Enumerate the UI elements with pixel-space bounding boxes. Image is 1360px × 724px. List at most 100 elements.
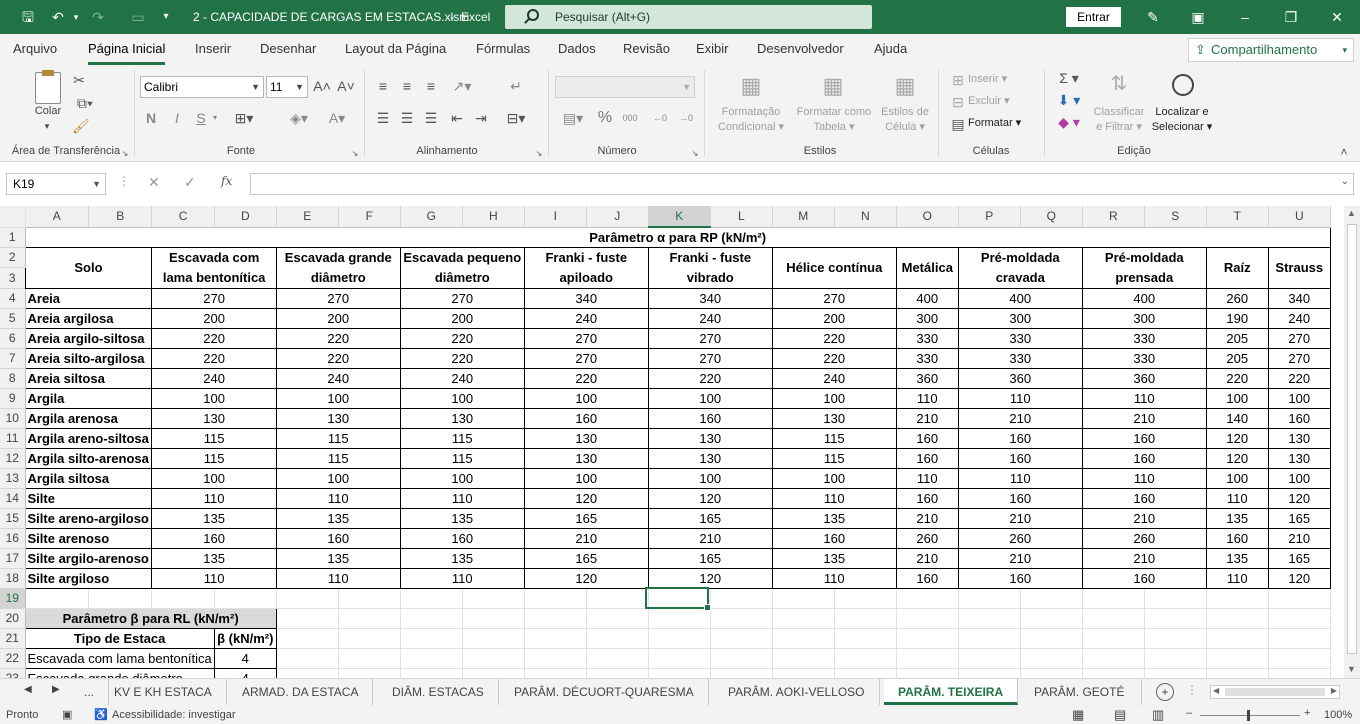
dialog-launcher-icon[interactable]: ↘	[350, 146, 360, 162]
alpha-value[interactable]: 160	[1081, 447, 1207, 469]
customize-toolbar-icon[interactable]: ▾	[158, 9, 174, 25]
empty-cell[interactable]	[400, 588, 463, 609]
soil-name[interactable]: Silte areno-argiloso	[24, 507, 153, 529]
accessibility-status[interactable]: Acessibilidade: investigar	[112, 709, 236, 721]
alpha-value[interactable]: 100	[275, 467, 401, 489]
alpha-value[interactable]: 240	[1267, 307, 1331, 329]
alpha-value[interactable]: 330	[1081, 327, 1207, 349]
empty-cell[interactable]	[524, 588, 587, 609]
alpha-value[interactable]: 165	[647, 547, 773, 569]
next-sheet-icon[interactable]: ▶	[52, 684, 60, 695]
alpha-value[interactable]: 135	[1205, 507, 1269, 529]
empty-cell[interactable]	[1268, 588, 1331, 609]
delete-cells-button[interactable]: Excluir ▾	[968, 94, 1026, 109]
font-size-select[interactable]: 11 ▼	[266, 76, 308, 98]
alpha-value[interactable]: 100	[771, 387, 897, 409]
find-select-button[interactable]: Localizar e Selecionar ▾	[1146, 105, 1218, 135]
alpha-value[interactable]: 165	[1267, 507, 1331, 529]
fill-icon[interactable]: ⬇ ▾	[1054, 92, 1084, 108]
row-header[interactable]: 11	[0, 428, 26, 449]
pen-icon[interactable]: ✎	[1130, 0, 1176, 34]
touch-mode-icon[interactable]: ▭	[130, 9, 146, 25]
empty-cell[interactable]	[400, 608, 463, 629]
alpha-value[interactable]: 160	[399, 527, 525, 549]
sheet-tab-active[interactable]: PARÂM. TEIXEIRA	[884, 679, 1019, 705]
minimize-icon[interactable]: –	[1222, 0, 1268, 34]
sheet-tab[interactable]: PARÂM. DÉCUORT-QUARESMA	[500, 679, 709, 705]
row-header[interactable]: 21	[0, 628, 26, 649]
alpha-value[interactable]: 220	[399, 327, 525, 349]
alpha-value[interactable]: 135	[275, 547, 401, 569]
empty-cell[interactable]	[1206, 588, 1269, 609]
alpha-value[interactable]: 115	[151, 447, 277, 469]
alpha-value[interactable]: 100	[151, 467, 277, 489]
alpha-value[interactable]: 115	[771, 427, 897, 449]
alpha-value[interactable]: 110	[771, 567, 897, 589]
alpha-value[interactable]: 135	[399, 507, 525, 529]
column-header[interactable]: L	[710, 206, 773, 228]
alpha-value[interactable]: 360	[957, 367, 1083, 389]
alpha-value[interactable]: 210	[647, 527, 773, 549]
column-header[interactable]: H	[462, 206, 525, 228]
empty-cell[interactable]	[1082, 608, 1145, 629]
row-header[interactable]: 8	[0, 368, 26, 389]
row-header[interactable]: 18	[0, 568, 26, 589]
zoom-level[interactable]: 100%	[1324, 709, 1352, 721]
alpha-value[interactable]: 240	[151, 367, 277, 389]
empty-cell[interactable]	[1082, 668, 1145, 678]
alpha-value[interactable]: 190	[1205, 307, 1269, 329]
alpha-value[interactable]: 120	[1205, 427, 1269, 449]
empty-cell[interactable]	[834, 628, 897, 649]
accounting-format-icon[interactable]: ▤▾	[558, 110, 588, 126]
alpha-value[interactable]: 220	[647, 367, 773, 389]
alpha-value[interactable]: 110	[895, 387, 959, 409]
prev-sheet-icon[interactable]: ◀	[24, 684, 32, 695]
column-header[interactable]: Q	[1020, 206, 1083, 228]
alpha-value[interactable]: 160	[1081, 487, 1207, 509]
alpha-value[interactable]: 130	[523, 447, 649, 469]
alpha-value[interactable]: 160	[275, 527, 401, 549]
empty-cell[interactable]	[648, 648, 711, 669]
empty-cell[interactable]	[276, 628, 339, 649]
page-layout-view-icon[interactable]: ▤	[1114, 707, 1126, 723]
alpha-value[interactable]: 200	[399, 307, 525, 329]
collapse-ribbon-icon[interactable]: ˄	[1336, 144, 1352, 160]
alpha-value[interactable]: 110	[957, 467, 1083, 489]
alpha-value[interactable]: 100	[1205, 387, 1269, 409]
alpha-value[interactable]: 270	[771, 287, 897, 309]
alpha-value[interactable]: 400	[957, 287, 1083, 309]
empty-cell[interactable]	[462, 628, 525, 649]
alpha-value[interactable]: 270	[1267, 347, 1331, 369]
alpha-value[interactable]: 205	[1205, 327, 1269, 349]
alpha-value[interactable]: 270	[523, 347, 649, 369]
empty-cell[interactable]	[896, 628, 959, 649]
column-header[interactable]: B	[88, 206, 153, 228]
empty-cell[interactable]	[338, 648, 401, 669]
alpha-value[interactable]: 100	[1205, 467, 1269, 489]
column-header[interactable]: G	[400, 206, 463, 228]
alpha-value[interactable]: 300	[1081, 307, 1207, 329]
alpha-value[interactable]: 135	[275, 507, 401, 529]
soil-name[interactable]: Argila areno-siltosa	[24, 427, 153, 449]
paste-button[interactable]: Colar	[30, 104, 66, 119]
alpha-value[interactable]: 115	[399, 447, 525, 469]
empty-cell[interactable]	[710, 608, 773, 629]
pile-type-header[interactable]: Escavada grande diâmetro	[275, 246, 401, 289]
alpha-value[interactable]: 260	[1081, 527, 1207, 549]
beta-value[interactable]: 4	[213, 647, 277, 669]
empty-cell[interactable]	[834, 648, 897, 669]
empty-cell[interactable]	[1206, 628, 1269, 649]
clear-icon[interactable]: ◆ ▾	[1054, 114, 1084, 130]
empty-cell[interactable]	[338, 628, 401, 649]
empty-cell[interactable]	[1144, 668, 1207, 678]
align-bottom-icon[interactable]: ≡	[422, 78, 440, 94]
alpha-value[interactable]: 120	[1205, 447, 1269, 469]
alpha-value[interactable]: 210	[895, 407, 959, 429]
row-header[interactable]: 9	[0, 388, 26, 409]
row-header[interactable]: 4	[0, 288, 26, 309]
soil-name[interactable]: Silte	[24, 487, 153, 509]
undo-icon[interactable]: ↶	[50, 9, 66, 25]
empty-cell[interactable]	[400, 668, 463, 678]
select-all-corner[interactable]	[0, 206, 26, 228]
sheet-tab[interactable]: KV E KH ESTACA	[100, 679, 227, 705]
